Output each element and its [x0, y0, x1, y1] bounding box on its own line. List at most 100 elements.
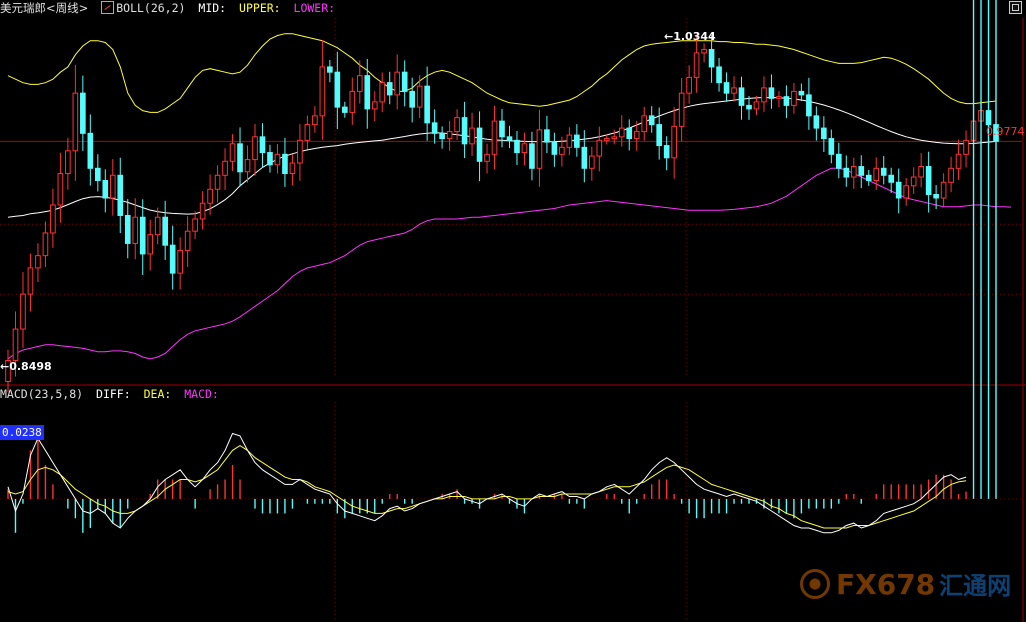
candle-body-up — [229, 143, 236, 162]
candlestick — [791, 83, 797, 114]
candle-body-up — [776, 96, 782, 99]
candlestick — [192, 211, 198, 239]
candlestick — [821, 116, 827, 153]
candlestick — [888, 167, 895, 193]
candle-body-up — [252, 136, 258, 161]
candlestick — [424, 66, 430, 141]
candlestick — [259, 123, 266, 168]
candle-body-down — [806, 94, 812, 117]
candle-body-down — [334, 71, 341, 108]
weekly-chart-canvas[interactable] — [0, 0, 1026, 622]
candle-body-up — [109, 174, 116, 199]
candle-body-down — [237, 143, 243, 173]
candle-body-up — [356, 75, 363, 92]
candle-body-up — [192, 218, 198, 232]
candle-body-down — [648, 115, 655, 126]
candle-body-up — [27, 267, 34, 295]
candle-body-up — [446, 131, 453, 140]
candlestick — [177, 237, 183, 290]
candle-body-down — [663, 145, 670, 159]
candle-body-up — [154, 216, 161, 236]
candle-body-up — [596, 139, 603, 157]
chart-type-icon[interactable] — [101, 1, 115, 14]
candle-body-down — [813, 115, 820, 129]
macd-diff-line — [7, 432, 967, 534]
candlestick — [229, 134, 236, 171]
candle-body-down — [80, 92, 86, 134]
candle-body-up — [910, 176, 917, 187]
candlestick — [139, 199, 146, 275]
candle-body-down — [476, 127, 483, 162]
candlestick — [207, 174, 213, 215]
candlestick — [214, 165, 221, 203]
candle-body-up — [918, 166, 924, 178]
candlestick — [865, 169, 872, 186]
candle-body-down — [888, 174, 895, 183]
candle-body-down — [738, 87, 745, 106]
candlestick — [678, 78, 685, 142]
candlestick — [895, 168, 902, 214]
candle-body-up — [297, 139, 303, 164]
candlestick — [252, 123, 258, 176]
candle-body-down — [895, 181, 902, 199]
candle-body-up — [132, 216, 139, 244]
candle-body-down — [94, 167, 101, 182]
candle-body-up — [633, 131, 640, 140]
candle-body-up — [289, 162, 296, 175]
candle-body-up — [214, 174, 221, 190]
boll-lower-label: LOWER: — [293, 1, 336, 15]
candlestick — [686, 65, 692, 104]
candle-body-down — [529, 143, 535, 169]
candlestick — [132, 198, 139, 260]
candle-body-up — [536, 129, 543, 169]
candle-body-up — [731, 87, 737, 94]
candle-body-down — [708, 48, 715, 68]
candle-body-down — [431, 122, 438, 134]
candle-body-down — [341, 106, 348, 113]
candle-body-up — [349, 90, 356, 113]
candlestick — [267, 144, 273, 173]
candle-body-up — [618, 127, 625, 138]
candle-body-up — [603, 138, 610, 141]
candlestick — [693, 34, 700, 93]
candlestick — [401, 60, 408, 107]
candle-body-up — [588, 155, 595, 169]
candlestick — [109, 159, 116, 216]
candle-body-up — [873, 167, 880, 182]
candle-body-up — [678, 92, 685, 127]
candle-body-down — [364, 75, 371, 110]
candle-body-down — [933, 194, 939, 199]
candlestick — [386, 71, 393, 105]
candle-body-up — [454, 117, 460, 133]
candle-body-up — [671, 125, 677, 159]
candle-body-up — [701, 48, 707, 54]
window-toggle-icon[interactable] — [1009, 1, 1022, 14]
candlestick — [940, 173, 947, 207]
candlestick — [551, 132, 558, 167]
candlestick — [626, 119, 633, 151]
candle-body-down — [259, 136, 266, 154]
candle-body-up — [12, 328, 19, 362]
candlestick — [529, 131, 535, 181]
candlestick — [746, 95, 752, 120]
candlestick — [731, 76, 737, 102]
candle-body-down — [439, 132, 445, 140]
candle-body-down — [828, 138, 835, 155]
candlestick — [117, 157, 124, 234]
candle-body-up — [491, 120, 498, 155]
candle-body-down — [409, 90, 416, 108]
candlestick — [574, 124, 580, 157]
candle-body-down — [282, 153, 288, 175]
candle-body-up — [147, 234, 154, 255]
candle-body-down — [499, 120, 505, 138]
candle-body-down — [461, 117, 468, 145]
candle-body-up — [371, 101, 378, 110]
candle-body-down — [169, 244, 176, 274]
candlestick — [761, 76, 767, 112]
candlestick — [476, 111, 483, 182]
candlestick — [910, 167, 917, 194]
candle-body-down — [327, 66, 333, 73]
candle-body-down — [746, 104, 752, 110]
candlestick — [918, 153, 924, 188]
candlestick — [828, 129, 835, 164]
